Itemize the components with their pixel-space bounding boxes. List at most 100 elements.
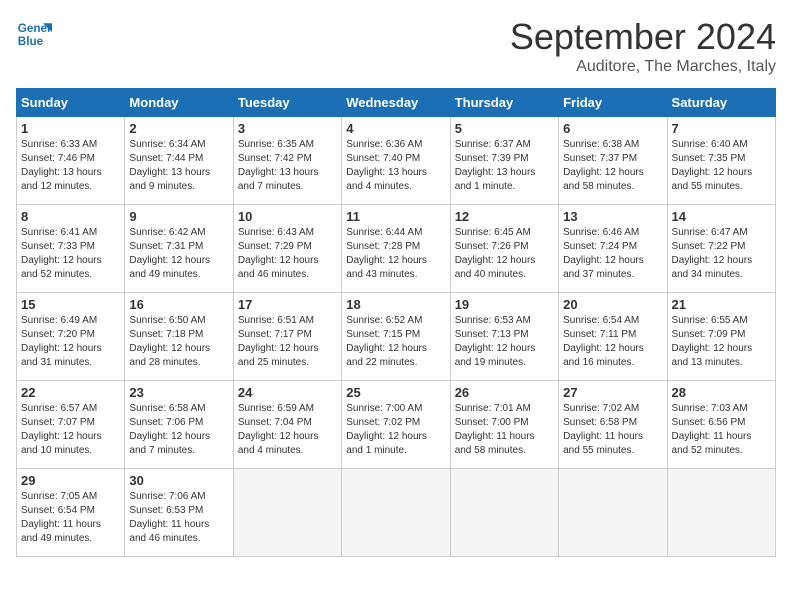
- cell-line: Sunset: 7:20 PM: [21, 329, 95, 340]
- cell-line: Sunrise: 6:45 AM: [455, 227, 531, 238]
- cell-line: Sunrise: 6:33 AM: [21, 139, 97, 150]
- cell-line: Sunset: 7:18 PM: [129, 329, 203, 340]
- cell-line: Sunrise: 7:01 AM: [455, 403, 531, 414]
- calendar-cell: 26Sunrise: 7:01 AMSunset: 7:00 PMDayligh…: [450, 381, 558, 469]
- cell-line: Sunset: 6:54 PM: [21, 505, 95, 516]
- calendar-cell: 8Sunrise: 6:41 AMSunset: 7:33 PMDaylight…: [17, 205, 125, 293]
- cell-line: Sunset: 7:06 PM: [129, 417, 203, 428]
- cell-details: Sunrise: 7:03 AMSunset: 6:56 PMDaylight:…: [672, 402, 771, 458]
- calendar-cell: 18Sunrise: 6:52 AMSunset: 7:15 PMDayligh…: [342, 293, 450, 381]
- cell-line: Sunset: 6:53 PM: [129, 505, 203, 516]
- cell-line: and 52 minutes.: [672, 445, 743, 456]
- cell-line: Sunrise: 7:06 AM: [129, 491, 205, 502]
- cell-line: Daylight: 12 hours: [563, 255, 644, 266]
- cell-details: Sunrise: 6:57 AMSunset: 7:07 PMDaylight:…: [21, 402, 120, 458]
- day-number: 19: [455, 297, 554, 312]
- calendar-cell: 10Sunrise: 6:43 AMSunset: 7:29 PMDayligh…: [233, 205, 341, 293]
- cell-line: Daylight: 12 hours: [238, 255, 319, 266]
- calendar-cell: 13 Sunrise: 6:46 AMSunset: 7:24 PMDayligh…: [559, 205, 667, 293]
- calendar-cell: 12Sunrise: 6:45 AMSunset: 7:26 PMDayligh…: [450, 205, 558, 293]
- cell-details: Sunrise: 7:06 AMSunset: 6:53 PMDaylight:…: [129, 490, 228, 546]
- calendar-cell: 4Sunrise: 6:36 AMSunset: 7:40 PMDaylight…: [342, 117, 450, 205]
- cell-line: Sunrise: 6:49 AM: [21, 315, 97, 326]
- cell-line: and 46 minutes.: [238, 269, 309, 280]
- cell-line: Sunrise: 6:53 AM: [455, 315, 531, 326]
- cell-line: Daylight: 12 hours: [346, 431, 427, 442]
- cell-line: Daylight: 12 hours: [238, 343, 319, 354]
- cell-line: and 40 minutes.: [455, 269, 526, 280]
- day-number: 15: [21, 297, 120, 312]
- cell-line: Daylight: 12 hours: [346, 343, 427, 354]
- cell-line: and 46 minutes.: [129, 533, 200, 544]
- cell-details: Sunrise: 6:41 AMSunset: 7:33 PMDaylight:…: [21, 226, 120, 282]
- cell-line: Daylight: 12 hours: [672, 167, 753, 178]
- cell-line: Sunrise: 6:43 AM: [238, 227, 314, 238]
- calendar-cell: [667, 469, 775, 557]
- cell-line: Sunset: 7:35 PM: [672, 153, 746, 164]
- calendar-cell: [342, 469, 450, 557]
- weekday-header-tuesday: Tuesday: [233, 89, 341, 117]
- cell-line: Sunset: 6:56 PM: [672, 417, 746, 428]
- cell-line: Sunset: 7:37 PM: [563, 153, 637, 164]
- calendar-cell: 15 Sunrise: 6:49 AM Sunset: 7:20 PM Dayligh…: [17, 293, 125, 381]
- cell-line: Sunset: 7:02 PM: [346, 417, 420, 428]
- day-number: 5: [455, 121, 554, 136]
- cell-line: and 43 minutes.: [346, 269, 417, 280]
- cell-line: Sunrise: 6:47 AM: [672, 227, 748, 238]
- cell-details: Sunrise: 6:50 AMSunset: 7:18 PMDaylight:…: [129, 314, 228, 370]
- cell-line: Sunset: 7:33 PM: [21, 241, 95, 252]
- cell-line: Daylight: 12 hours: [21, 255, 102, 266]
- calendar-cell: 5Sunrise: 6:37 AMSunset: 7:39 PMDaylight…: [450, 117, 558, 205]
- day-number: 12: [455, 209, 554, 224]
- cell-details: Sunrise: 6:46 AMSunset: 7:24 PMDaylight:…: [563, 226, 662, 282]
- weekday-header-monday: Monday: [125, 89, 233, 117]
- cell-details: Sunrise: 6:44 AMSunset: 7:28 PMDaylight:…: [346, 226, 445, 282]
- cell-line: Daylight: 12 hours: [563, 167, 644, 178]
- cell-line: and 28 minutes.: [129, 357, 200, 368]
- cell-line: Sunset: 7:31 PM: [129, 241, 203, 252]
- cell-line: and 9 minutes.: [129, 181, 195, 192]
- cell-details: Sunrise: 7:00 AM Sunset: 7:02 PM Daylight:…: [346, 402, 445, 458]
- cell-line: Daylight: 12 hours: [21, 431, 102, 442]
- calendar-cell: 24Sunrise: 6:59 AMSunset: 7:04 PMDayligh…: [233, 381, 341, 469]
- cell-line: Sunrise: 6:51 AM: [238, 315, 314, 326]
- cell-line: Sunrise: 6:57 AM: [21, 403, 97, 414]
- cell-line: Sunrise: 6:59 AM: [238, 403, 314, 414]
- cell-line: Daylight: 11 hours: [455, 431, 535, 442]
- cell-line: and 16 minutes.: [563, 357, 634, 368]
- calendar-cell: 3Sunrise: 6:35 AMSunset: 7:42 PMDaylight…: [233, 117, 341, 205]
- weekday-header-wednesday: Wednesday: [342, 89, 450, 117]
- cell-details: Sunrise: 6:33 AMSunset: 7:46 PMDaylight:…: [21, 138, 120, 194]
- cell-details: Sunrise: 6:43 AMSunset: 7:29 PMDaylight:…: [238, 226, 337, 282]
- calendar-table: SundayMondayTuesdayWednesdayThursdayFrid…: [16, 88, 776, 557]
- cell-line: Sunset: 7:00 PM: [455, 417, 529, 428]
- cell-line: and 31 minutes.: [21, 357, 92, 368]
- day-number: 27: [563, 385, 662, 400]
- cell-line: Sunset: 7:46 PM: [21, 153, 95, 164]
- cell-details: Sunrise: 7:02 AMSunset: 6:58 PMDaylight:…: [563, 402, 662, 458]
- svg-text:Blue: Blue: [18, 35, 44, 48]
- cell-line: Sunrise: 6:44 AM: [346, 227, 422, 238]
- cell-details: Sunrise: 6:59 AMSunset: 7:04 PMDaylight:…: [238, 402, 337, 458]
- cell-details: Sunrise: 6:35 AMSunset: 7:42 PMDaylight:…: [238, 138, 337, 194]
- day-number: 17: [238, 297, 337, 312]
- cell-line: Daylight: 12 hours: [21, 343, 102, 354]
- cell-line: and 4 minutes.: [238, 445, 304, 456]
- calendar-cell: 22Sunrise: 6:57 AMSunset: 7:07 PMDayligh…: [17, 381, 125, 469]
- cell-line: Daylight: 12 hours: [455, 343, 536, 354]
- calendar-cell: 11Sunrise: 6:44 AMSunset: 7:28 PMDayligh…: [342, 205, 450, 293]
- logo-icon: General Blue: [16, 16, 52, 52]
- cell-line: Daylight: 12 hours: [672, 255, 753, 266]
- cell-line: Daylight: 11 hours: [563, 431, 643, 442]
- cell-line: Daylight: 13 hours: [238, 167, 319, 178]
- cell-line: Sunrise: 6:34 AM: [129, 139, 205, 150]
- cell-line: Sunset: 7:04 PM: [238, 417, 312, 428]
- calendar-cell: 9Sunrise: 6:42 AMSunset: 7:31 PMDaylight…: [125, 205, 233, 293]
- day-number: 13: [563, 209, 662, 224]
- cell-line: Sunrise: 6:54 AM: [563, 315, 639, 326]
- cell-line: Sunrise: 7:00 AM: [346, 403, 422, 414]
- cell-line: Sunrise: 6:35 AM: [238, 139, 314, 150]
- cell-details: Sunrise: 6:47 AMSunset: 7:22 PMDaylight:…: [672, 226, 771, 282]
- cell-line: Sunrise: 6:46 AM: [563, 227, 639, 238]
- cell-line: and 12 minutes.: [21, 181, 92, 192]
